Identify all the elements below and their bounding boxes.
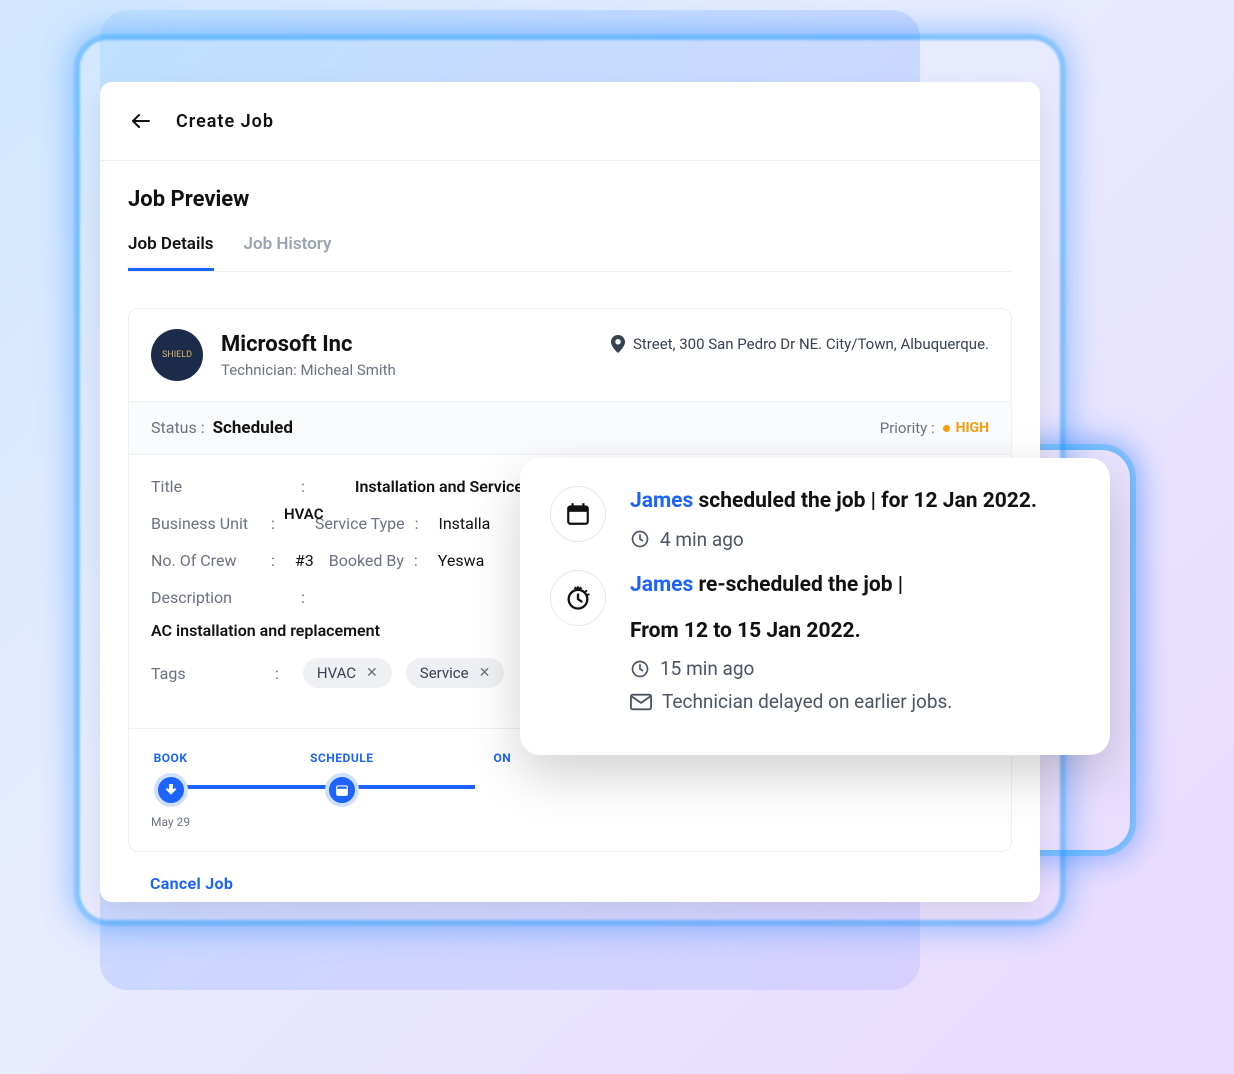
history-actor: James	[630, 489, 693, 513]
timeline-step-icon-circle	[325, 773, 359, 807]
booked-by-label: Booked By	[329, 551, 404, 570]
tab-job-history[interactable]: Job History	[244, 234, 332, 271]
booked-by-value: Yeswa	[438, 551, 485, 570]
timeline-step-date: May 29	[151, 815, 190, 829]
history-text: re-scheduled the job |	[693, 573, 903, 597]
company-avatar: SHIELD	[151, 329, 203, 381]
page-title: Job Preview	[128, 187, 1012, 212]
cancel-job-button[interactable]: Cancel Job	[150, 874, 233, 893]
history-time: 15 min ago	[660, 657, 754, 680]
history-item: James scheduled the job | for 12 Jan 202…	[550, 486, 1080, 554]
location-pin-icon	[611, 335, 625, 353]
tag-remove-icon[interactable]: ✕	[366, 665, 378, 681]
service-type-label: Service Type	[315, 514, 405, 533]
history-time-row: 15 min ago	[630, 657, 1080, 680]
tag-remove-icon[interactable]: ✕	[479, 665, 491, 681]
envelope-icon	[630, 693, 652, 711]
priority-wrap: Priority : HIGH	[880, 419, 989, 437]
timeline-step-label: BOOK	[154, 751, 188, 765]
timeline-step-label: SCHEDULE	[310, 751, 373, 765]
technician-line: Technician: Micheal Smith	[221, 361, 396, 379]
tag-chip-hvac[interactable]: HVAC ✕	[303, 658, 392, 688]
history-body: James re-scheduled the job | From 12 to …	[630, 570, 1080, 713]
timeline-step-label: ON	[493, 751, 511, 765]
history-icon-circle	[550, 486, 606, 542]
tag-chip-service[interactable]: Service ✕	[406, 658, 505, 688]
status-value: Scheduled	[213, 418, 293, 438]
priority-value: HIGH	[956, 420, 989, 436]
crew-label: No. Of Crew	[151, 551, 261, 570]
history-icon-col	[550, 486, 606, 554]
history-message: James re-scheduled the job |	[630, 570, 1080, 602]
address-text: Street, 300 San Pedro Dr NE. City/Town, …	[633, 335, 989, 353]
business-unit-label: Business Unit	[151, 514, 261, 533]
tabs-row: Job Details Job History	[128, 234, 1012, 272]
history-message-line2: From 12 to 15 Jan 2022.	[630, 616, 1080, 648]
tab-job-details[interactable]: Job Details	[128, 234, 214, 271]
business-unit-value-float: HVAC	[284, 505, 324, 523]
history-actor: James	[630, 573, 693, 597]
company-id-col: SHIELD Microsoft Inc Technician: Micheal…	[151, 329, 396, 381]
history-item: James re-scheduled the job | From 12 to …	[550, 570, 1080, 713]
history-icon-col	[550, 570, 606, 713]
priority-badge: HIGH	[943, 420, 989, 436]
calendar-icon	[565, 501, 591, 527]
pointer-icon	[163, 782, 179, 798]
company-head: SHIELD Microsoft Inc Technician: Micheal…	[129, 309, 1011, 401]
tags-label: Tags	[151, 664, 261, 683]
history-time: 4 min ago	[660, 528, 744, 551]
history-text: scheduled the job | for 12 Jan 2022.	[693, 489, 1037, 513]
history-body: James scheduled the job | for 12 Jan 202…	[630, 486, 1080, 554]
service-type-value: Installa	[438, 514, 490, 533]
back-arrow-button[interactable]	[128, 108, 154, 134]
status-row: Status : Scheduled Priority : HIGH	[129, 401, 1011, 455]
tag-chip-label: Service	[420, 664, 469, 682]
arrow-left-icon	[129, 109, 153, 133]
description-label: Description	[151, 588, 261, 607]
history-note-row: Technician delayed on earlier jobs.	[630, 690, 1080, 713]
header-title: Create Job	[176, 111, 274, 132]
clock-icon	[630, 659, 650, 679]
tag-chip-label: HVAC	[317, 664, 356, 682]
address-row: Street, 300 San Pedro Dr NE. City/Town, …	[611, 335, 989, 353]
status-label: Status :	[151, 418, 205, 437]
timeline-step-on[interactable]: ON	[493, 751, 511, 765]
footer-actions: Cancel Job	[128, 852, 1012, 902]
avatar-text: SHIELD	[162, 350, 192, 360]
history-time-row: 4 min ago	[630, 528, 1080, 551]
header-row: Create Job	[100, 82, 1040, 161]
crew-value: #3	[295, 551, 314, 570]
timeline-step-book[interactable]: BOOK May 29	[151, 751, 190, 829]
title-label: Title	[151, 477, 261, 496]
timeline-step-schedule[interactable]: SCHEDULE	[310, 751, 373, 807]
clock-icon	[630, 529, 650, 549]
job-history-popover: James scheduled the job | for 12 Jan 202…	[520, 458, 1110, 755]
timeline-step-icon-circle	[154, 773, 188, 807]
history-message: James scheduled the job | for 12 Jan 202…	[630, 486, 1080, 518]
title-value: Installation and Service	[355, 477, 523, 496]
history-note: Technician delayed on earlier jobs.	[662, 690, 952, 713]
calendar-icon	[335, 783, 349, 797]
priority-dot-icon	[943, 425, 950, 432]
company-name: Microsoft Inc	[221, 332, 396, 357]
reschedule-icon	[564, 584, 592, 612]
priority-label: Priority :	[880, 419, 935, 437]
history-icon-circle	[550, 570, 606, 626]
